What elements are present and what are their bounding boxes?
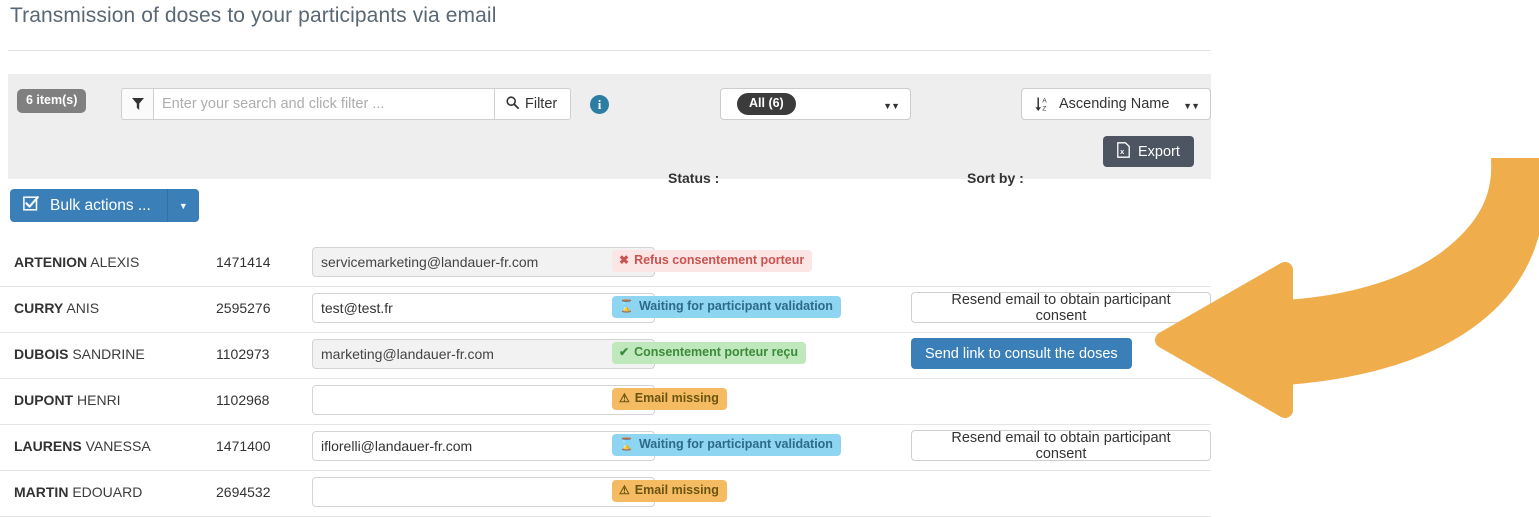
table-row: ARTENION ALEXIS 1471414 ✖ Refus consentemen… — [0, 240, 1211, 287]
email-field[interactable] — [312, 293, 655, 323]
participant-name: LAURENS VANESSA — [14, 438, 151, 454]
status-badge-label: Email missing — [634, 391, 719, 405]
participant-first-name: ANIS — [66, 300, 100, 316]
status-badge: ✔ Consentement porteur reçu — [612, 342, 806, 364]
status-badge-label: Consentement porteur reçu — [634, 345, 798, 359]
chevron-down-icon: ▼ — [178, 200, 188, 211]
participant-last-name: ARTENION — [14, 254, 88, 270]
participant-first-name: VANESSA — [85, 438, 151, 454]
participant-id: 1471414 — [216, 254, 271, 270]
participant-last-name: MARTIN — [14, 484, 69, 500]
email-field[interactable] — [312, 385, 655, 415]
filter-button-label: Filter — [525, 96, 558, 112]
participant-id: 1102973 — [216, 346, 270, 362]
table-row: DUPONT HENRI 1102968 ⚠ Email missing — [0, 379, 1211, 425]
table-row: CURRY ANIS 2595276 ⌛ Waiting for participan… — [0, 287, 1211, 333]
participant-first-name: HENRI — [77, 392, 121, 408]
sort-label: Sort by : — [967, 170, 1024, 186]
search-group: Filter — [121, 88, 572, 120]
svg-text:x: x — [1120, 147, 1125, 156]
participant-first-name: ALEXIS — [90, 254, 140, 270]
status-label: Status : — [668, 170, 720, 186]
table-row: DUBOIS SANDRINE 1102973 ✔ Consentement port… — [0, 333, 1211, 379]
info-icon[interactable]: i — [590, 95, 609, 114]
checked-checkbox-icon — [23, 195, 39, 216]
chevron-down-icon: ▼▼ — [883, 101, 900, 111]
status-badge-label: Waiting for participant validation — [638, 437, 833, 451]
bulk-actions-dropdown-toggle[interactable]: ▼ — [166, 189, 199, 222]
participant-name: ARTENION ALEXIS — [14, 254, 139, 270]
participant-name: MARTIN EDOUARD — [14, 484, 142, 500]
participant-id: 1102968 — [216, 392, 270, 408]
chevron-down-icon: ▼▼ — [1183, 101, 1200, 111]
bulk-actions-group: Bulk actions ... ▼ — [10, 189, 199, 222]
status-badge-label: Refus consentement porteur — [634, 253, 805, 267]
participant-first-name: SANDRINE — [72, 346, 145, 362]
search-icon — [506, 95, 519, 113]
participant-id: 2694532 — [216, 484, 271, 500]
participant-id: 1471400 — [216, 438, 271, 454]
page-title: Transmission of doses to your participan… — [10, 4, 497, 27]
participant-name: CURRY ANIS — [14, 300, 99, 316]
export-button[interactable]: x Export — [1103, 136, 1194, 167]
sort-alpha-ascending-icon: A Z — [1035, 96, 1050, 112]
filter-panel: 6 item(s) Filter i Status : All (6) ▼▼ S… — [8, 74, 1211, 186]
status-badge: ⌛ Waiting for participant validation — [612, 296, 841, 318]
participant-last-name: LAURENS — [14, 438, 82, 454]
participant-id: 2595276 — [216, 300, 271, 316]
warning-triangle-icon: ⚠ — [619, 483, 630, 498]
funnel-icon[interactable] — [121, 88, 153, 120]
participant-first-name: EDOUARD — [72, 484, 143, 500]
email-field[interactable] — [312, 431, 655, 461]
sort-select[interactable]: A Z Ascending Name ▼▼ — [1021, 88, 1211, 120]
export-button-label: Export — [1138, 143, 1180, 160]
title-divider — [8, 50, 1211, 51]
participant-last-name: DUBOIS — [14, 346, 69, 362]
status-badge: ⚠ Email missing — [612, 388, 727, 410]
participant-last-name: CURRY — [14, 300, 64, 316]
search-input[interactable] — [153, 88, 494, 120]
status-select[interactable]: All (6) ▼▼ — [720, 88, 911, 120]
status-badge-label: Email missing — [634, 483, 719, 497]
status-badge: ✖ Refus consentement porteur — [612, 250, 813, 272]
item-count-badge: 6 item(s) — [17, 89, 87, 113]
bulk-actions-button[interactable]: Bulk actions ... — [10, 189, 167, 222]
curved-arrow-left-icon — [1155, 152, 1539, 423]
resend-consent-email-button[interactable]: Resend email to obtain participant conse… — [911, 292, 1211, 324]
status-selected-value: All (6) — [737, 93, 796, 115]
email-field[interactable] — [312, 477, 655, 507]
table-row: LAURENS VANESSA 1471400 ⌛ Waiting for parti… — [0, 425, 1211, 471]
email-field — [312, 247, 655, 277]
svg-text:A: A — [1042, 98, 1047, 105]
status-badge: ⚠ Email missing — [612, 480, 727, 502]
sort-selected-value: Ascending Name — [1059, 96, 1170, 112]
send-link-to-consult-doses-button[interactable]: Send link to consult the doses — [911, 338, 1132, 369]
hourglass-icon: ⌛ — [619, 437, 634, 452]
participant-name: DUPONT HENRI — [14, 392, 121, 408]
warning-triangle-icon: ⚠ — [619, 391, 630, 406]
status-badge-label: Waiting for participant validation — [638, 299, 833, 313]
hourglass-icon: ⌛ — [619, 299, 634, 314]
participants-table: ARTENION ALEXIS 1471414 ✖ Refus consentemen… — [0, 240, 1211, 517]
email-field — [312, 339, 655, 369]
status-badge: ⌛ Waiting for participant validation — [612, 434, 841, 456]
check-icon: ✔ — [619, 345, 630, 360]
svg-text:Z: Z — [1042, 105, 1046, 112]
bulk-actions-label: Bulk actions ... — [50, 196, 151, 214]
cross-icon: ✖ — [619, 253, 630, 268]
table-row: MARTIN EDOUARD 2694532 ⚠ Email missing — [0, 471, 1211, 517]
participant-name: DUBOIS SANDRINE — [14, 346, 145, 362]
resend-consent-email-button[interactable]: Resend email to obtain participant conse… — [911, 430, 1211, 462]
participant-last-name: DUPONT — [14, 392, 74, 408]
excel-file-icon: x — [1117, 141, 1130, 162]
filter-button[interactable]: Filter — [494, 88, 572, 120]
